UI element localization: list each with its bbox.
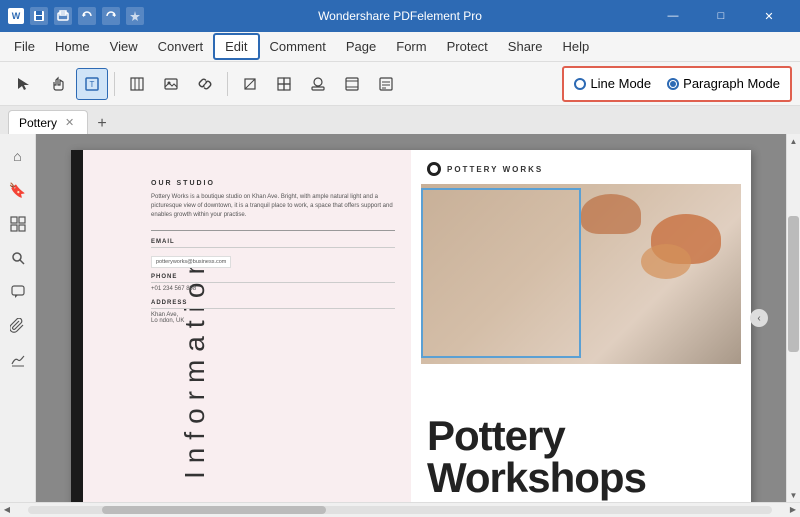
new-tab-btn[interactable]: + — [92, 114, 112, 134]
save-quick-btn[interactable] — [30, 7, 48, 25]
address-label: ADDRESS — [151, 300, 395, 309]
select-tool-btn[interactable] — [8, 68, 40, 100]
crop-tool-btn[interactable] — [121, 68, 153, 100]
right-panel-toggle[interactable]: ‹ — [750, 309, 768, 327]
menu-edit[interactable]: Edit — [213, 33, 259, 60]
paragraph-mode-radio[interactable] — [667, 78, 679, 90]
menu-bar: File Home View Convert Edit Comment Page… — [0, 32, 800, 62]
watermark-tool-btn[interactable] — [234, 68, 266, 100]
sidebar-search-icon[interactable] — [4, 244, 32, 272]
stamp-tool-btn[interactable] — [302, 68, 334, 100]
sidebar-comment-icon[interactable] — [4, 278, 32, 306]
toolbar-sep-1 — [114, 72, 115, 96]
hand-tool-btn[interactable] — [42, 68, 74, 100]
app-title: Wondershare PDFelement Pro — [318, 9, 482, 23]
link-tool-btn[interactable] — [189, 68, 221, 100]
menu-view[interactable]: View — [100, 35, 148, 58]
bottom-bar: ◀ ▶ — [0, 502, 800, 516]
minimize-button[interactable]: — — [650, 0, 696, 32]
menu-form[interactable]: Form — [386, 35, 436, 58]
sidebar-bookmark-icon[interactable]: 🔖 — [4, 176, 32, 204]
menu-protect[interactable]: Protect — [437, 35, 498, 58]
title-line1: Pottery — [427, 415, 735, 457]
h-scrollbar-thumb[interactable] — [102, 506, 325, 514]
left-page-content: OUR STUDIO Pottery Works is a boutique s… — [151, 180, 395, 332]
tab-close-btn[interactable]: ✕ — [65, 116, 74, 129]
area-select-btn[interactable] — [268, 68, 300, 100]
page-left: Information OUR STUDIO Pottery Works is … — [71, 150, 411, 502]
menu-convert[interactable]: Convert — [148, 35, 214, 58]
h-scroll-left[interactable]: ◀ — [0, 503, 14, 517]
bates-btn[interactable] — [370, 68, 402, 100]
line-mode-option[interactable]: Line Mode — [574, 76, 651, 91]
h-scroll-right[interactable]: ▶ — [786, 503, 800, 517]
page-right: POTTERY WORKS — [411, 150, 751, 502]
sidebar-attachment-icon[interactable] — [4, 312, 32, 340]
tab-pottery[interactable]: Pottery ✕ — [8, 110, 88, 134]
pottery-works-brand: POTTERY WORKS — [447, 165, 543, 174]
customize-quick-btn[interactable] — [126, 7, 144, 25]
photo-area — [421, 184, 741, 364]
h-scrollbar-track[interactable] — [28, 506, 772, 514]
pottery-dot — [427, 162, 441, 176]
photo-highlight-box — [421, 188, 581, 358]
menu-file[interactable]: File — [4, 35, 45, 58]
image-tool-btn[interactable] — [155, 68, 187, 100]
sidebar-signature-icon[interactable] — [4, 346, 32, 374]
toolbar-sep-2 — [227, 72, 228, 96]
pottery-header: POTTERY WORKS — [427, 162, 543, 176]
menu-home[interactable]: Home — [45, 35, 100, 58]
address-value: Khan Ave, Lo ndon, UK — [151, 312, 395, 324]
content-area[interactable]: Information OUR STUDIO Pottery Works is … — [36, 134, 786, 502]
phone-label: PHONE — [151, 274, 395, 283]
divider-1 — [151, 230, 395, 231]
paragraph-mode-label: Paragraph Mode — [683, 76, 780, 91]
toolbar: T Line Mode Paragraph Mode — [0, 62, 800, 106]
title-line2: Workshops — [427, 457, 735, 499]
main-area: ⌂ 🔖 Information — [0, 134, 800, 502]
maximize-button[interactable]: □ — [698, 0, 744, 32]
phone-value: +01 234 567 898 — [151, 286, 395, 292]
close-button[interactable]: ✕ — [746, 0, 792, 32]
line-mode-label: Line Mode — [590, 76, 651, 91]
scrollbar-track[interactable] — [787, 148, 800, 488]
window-controls[interactable]: — □ ✕ — [650, 0, 792, 32]
header-footer-btn[interactable] — [336, 68, 368, 100]
svg-text:T: T — [90, 80, 95, 89]
scroll-up-arrow[interactable]: ▲ — [787, 134, 800, 148]
app-icon: W — [8, 8, 24, 24]
edit-text-tool-btn[interactable]: T — [76, 68, 108, 100]
scrollbar-thumb[interactable] — [788, 216, 799, 352]
email-label: EMAIL — [151, 239, 395, 248]
title-bar: W Wondershare PDFelement Pro — □ ✕ — [0, 0, 800, 32]
paragraph-mode-option[interactable]: Paragraph Mode — [667, 76, 780, 91]
left-sidebar: ⌂ 🔖 — [0, 134, 36, 502]
pottery-visual — [421, 184, 741, 364]
tab-bar: Pottery ✕ + — [0, 106, 800, 134]
document: Information OUR STUDIO Pottery Works is … — [71, 150, 751, 502]
right-scrollbar[interactable]: ▲ ▼ — [786, 134, 800, 502]
studio-header: OUR STUDIO — [151, 180, 395, 187]
menu-comment[interactable]: Comment — [260, 35, 336, 58]
email-value: potteryworks@business.com — [151, 256, 231, 268]
edit-mode-panel: Line Mode Paragraph Mode — [562, 66, 792, 102]
scroll-down-arrow[interactable]: ▼ — [787, 488, 800, 502]
menu-page[interactable]: Page — [336, 35, 386, 58]
title-bar-left: W — [8, 7, 144, 25]
redo-quick-btn[interactable] — [102, 7, 120, 25]
menu-share[interactable]: Share — [498, 35, 553, 58]
studio-text: Pottery Works is a boutique studio on Kh… — [151, 193, 395, 220]
undo-quick-btn[interactable] — [78, 7, 96, 25]
sidebar-home-icon[interactable]: ⌂ — [4, 142, 32, 170]
tab-label: Pottery — [19, 116, 57, 130]
line-mode-radio[interactable] — [574, 78, 586, 90]
menu-help[interactable]: Help — [553, 35, 600, 58]
print-quick-btn[interactable] — [54, 7, 72, 25]
sidebar-thumbnails-icon[interactable] — [4, 210, 32, 238]
pottery-title: Pottery Workshops LEARN TOGETHER — [427, 415, 735, 502]
